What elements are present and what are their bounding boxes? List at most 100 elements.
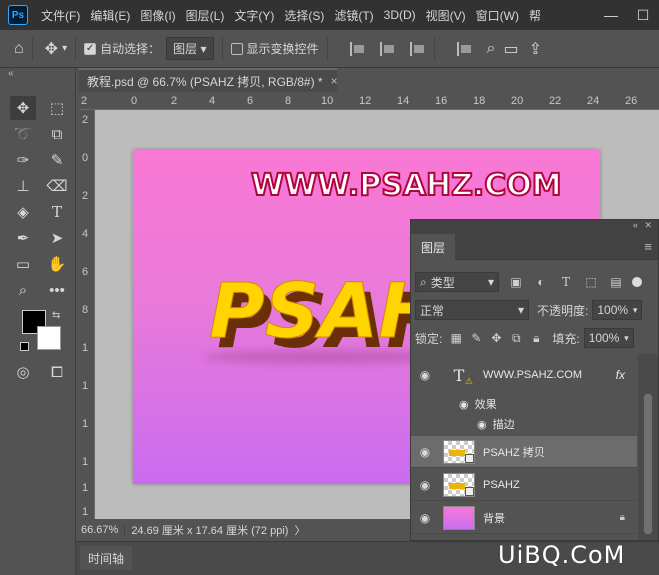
- menu-image[interactable]: 图像(I): [135, 7, 180, 24]
- move-icon[interactable]: ✥: [45, 39, 58, 59]
- document-tab[interactable]: 教程.psd @ 66.7% (PSAHZ 拷贝, RGB/8#) * ×: [79, 68, 338, 92]
- ruler-vertical[interactable]: 2 0 2 4 6 8 1 1 1 1 1 1: [79, 110, 95, 519]
- document-title: 教程.psd @ 66.7% (PSAHZ 拷贝, RGB/8#) *: [87, 74, 323, 89]
- menu-layer[interactable]: 图层(L): [181, 7, 230, 24]
- maximize-button[interactable]: ☐: [627, 7, 659, 24]
- pen-tool-icon[interactable]: ✒: [10, 226, 36, 250]
- align-left-icon[interactable]: [349, 41, 366, 56]
- status-menu-arrow[interactable]: 〉: [294, 522, 305, 538]
- lock-all-icon[interactable]: 🔒︎: [528, 331, 544, 346]
- layer-filter-value: 类型: [430, 275, 455, 290]
- fill-input[interactable]: 100% ▾: [583, 328, 634, 348]
- eye-icon[interactable]: ◉: [411, 511, 439, 525]
- quick-mask-icon[interactable]: ◎: [10, 360, 36, 384]
- minimize-button[interactable]: —: [595, 7, 627, 23]
- ruler-label: 4: [82, 228, 89, 240]
- eraser-tool-icon[interactable]: ⌫: [44, 174, 70, 198]
- auto-select-target-dropdown[interactable]: 图层 ▾: [166, 37, 214, 60]
- brush-tool-icon[interactable]: ✎: [44, 148, 70, 172]
- ruler-label: 1: [82, 342, 89, 354]
- default-colors-icon[interactable]: [20, 342, 29, 351]
- background-color-swatch[interactable]: [37, 326, 61, 350]
- fx-icon[interactable]: fx: [616, 368, 625, 382]
- lock-transparent-icon[interactable]: ▦: [448, 331, 464, 345]
- menu-3d[interactable]: 3D(D): [379, 8, 421, 22]
- scrollbar-thumb[interactable]: [644, 394, 652, 534]
- hand-tool-icon[interactable]: ✋: [44, 252, 70, 276]
- auto-select-checkbox[interactable]: ✓: [84, 42, 97, 55]
- path-select-tool-icon[interactable]: ➤: [44, 226, 70, 250]
- workspace-icon[interactable]: ▭: [503, 39, 518, 59]
- ruler-label: 1: [82, 456, 89, 468]
- align-right-icon[interactable]: [409, 41, 426, 56]
- rectangle-tool-icon[interactable]: ▭: [10, 252, 36, 276]
- move-tool-icon[interactable]: ✥: [10, 96, 36, 120]
- eye-icon[interactable]: ◉: [411, 368, 439, 382]
- ruler-label: 1: [82, 506, 89, 518]
- close-icon[interactable]: ✕: [644, 220, 652, 231]
- collapse-icon[interactable]: «: [633, 220, 638, 230]
- canvas-web-text: WWW.PSAHZ.COM: [250, 167, 563, 204]
- eye-icon[interactable]: ◉: [477, 418, 487, 431]
- zoom-tool-icon[interactable]: ⌕: [10, 278, 36, 302]
- menu-help[interactable]: 帮: [524, 7, 546, 24]
- lock-position-icon[interactable]: ✥: [488, 331, 504, 345]
- eye-icon[interactable]: ◉: [411, 445, 439, 459]
- menu-view[interactable]: 视图(V): [421, 7, 471, 24]
- more-tools-icon[interactable]: •••: [44, 278, 70, 302]
- filter-type-icon[interactable]: T: [558, 275, 574, 289]
- eyedropper-tool-icon[interactable]: ✑: [10, 148, 36, 172]
- zoom-level[interactable]: 66.67%: [79, 524, 126, 536]
- paint-bucket-tool-icon[interactable]: ◈: [10, 200, 36, 224]
- ruler-label: 0: [82, 152, 89, 164]
- layer-effect-stroke-row[interactable]: ◉ 描边: [477, 416, 637, 437]
- layer-row-psahz[interactable]: ◉ PSAHZ: [411, 469, 637, 501]
- type-tool-icon[interactable]: T: [44, 200, 70, 224]
- align-top-icon[interactable]: [456, 41, 473, 56]
- blend-mode-dropdown[interactable]: 正常 ▾: [415, 300, 529, 320]
- lasso-tool-icon[interactable]: ➰: [10, 122, 36, 146]
- menu-edit[interactable]: 编辑(E): [85, 7, 135, 24]
- tab-timeline[interactable]: 时间轴: [80, 546, 133, 570]
- marquee-tool-icon[interactable]: ⬚: [44, 96, 70, 120]
- filter-shape-icon[interactable]: ⬚: [583, 275, 599, 289]
- menu-type[interactable]: 文字(Y): [229, 7, 279, 24]
- ruler-label: 1: [82, 380, 89, 392]
- show-transform-checkbox[interactable]: [230, 42, 243, 55]
- lock-pixels-icon[interactable]: ✎: [468, 331, 484, 345]
- lock-artboard-icon[interactable]: ⧉: [508, 331, 524, 346]
- share-icon[interactable]: ⇪: [529, 39, 542, 59]
- tab-layers[interactable]: 图层: [411, 234, 456, 260]
- layer-list: ◉ T ⚠ WWW.PSAHZ.COM fx ◉ 效果 ◉ 描边 ◉ PSAHZ …: [411, 354, 658, 540]
- layer-row-web-text[interactable]: ◉ T ⚠ WWW.PSAHZ.COM fx: [411, 358, 637, 392]
- stamp-tool-icon[interactable]: ⊥: [10, 174, 36, 198]
- menu-file[interactable]: 文件(F): [36, 7, 85, 24]
- swap-colors-icon[interactable]: ⇆: [52, 310, 60, 321]
- ruler-horizontal[interactable]: 2 0 2 4 6 8 10 12 14 16 18 20 22 24 26: [79, 94, 659, 110]
- search-icon[interactable]: ⌕: [487, 40, 496, 58]
- layers-scrollbar[interactable]: [638, 354, 658, 540]
- panel-menu-icon[interactable]: ≡: [644, 239, 652, 254]
- layer-row-background[interactable]: ◉ 背景 🔒︎: [411, 502, 637, 534]
- chevron-down-icon[interactable]: ▾: [62, 43, 67, 54]
- collapse-icon[interactable]: «: [8, 68, 14, 79]
- object-select-tool-icon[interactable]: ⧉: [44, 122, 70, 146]
- close-icon[interactable]: ×: [331, 74, 338, 88]
- home-icon[interactable]: ⌂: [14, 40, 24, 58]
- menu-window[interactable]: 窗口(W): [471, 7, 524, 24]
- align-center-icon[interactable]: [379, 41, 396, 56]
- layer-row-psahz-copy[interactable]: ◉ PSAHZ 拷贝: [411, 436, 637, 468]
- eye-icon[interactable]: ◉: [411, 478, 439, 492]
- filter-smart-object-icon[interactable]: ▤: [608, 275, 624, 289]
- opacity-input[interactable]: 100% ▾: [592, 300, 643, 320]
- screen-mode-icon[interactable]: ⧠: [44, 360, 70, 384]
- layer-effects-row[interactable]: ◉ 效果: [459, 396, 497, 412]
- menu-filter[interactable]: 滤镜(T): [329, 7, 378, 24]
- menu-select[interactable]: 选择(S): [279, 7, 329, 24]
- tools-panel: « ✥ ⬚ ➰ ⧉ ✑ ✎ ⊥ ⌫ ◈ T ✒ ➤ ▭ ✋ ⌕ ••• ⇆ ◎ …: [0, 68, 76, 575]
- filter-adjustment-icon[interactable]: ◐: [533, 275, 549, 289]
- eye-icon[interactable]: ◉: [459, 398, 469, 411]
- filter-toggle-icon[interactable]: [632, 277, 642, 287]
- filter-pixel-icon[interactable]: ▣: [508, 275, 524, 289]
- layer-filter-dropdown[interactable]: ⌕ 类型 ▾: [415, 272, 499, 292]
